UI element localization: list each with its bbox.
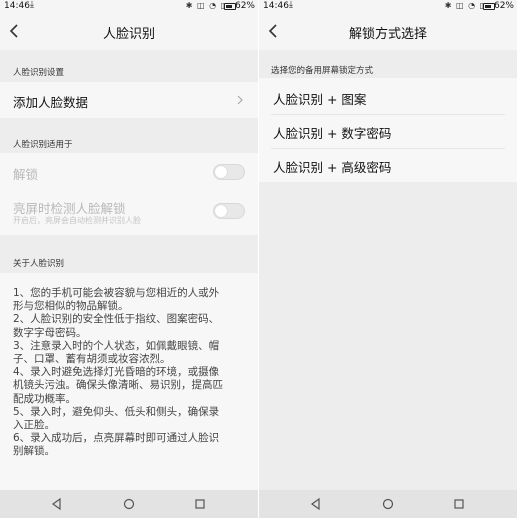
triangle-back-icon[interactable] (309, 497, 323, 511)
toggle-knob (215, 205, 227, 217)
title-bar: 解锁方式选择 (259, 14, 517, 50)
about-line: 2、人脸识别的安全性低于指纹、图案密码、 (13, 313, 220, 326)
unlock-method-screen: 14:46 ⤓ ✱ ◫ ◔ ▯ 62% 解锁方式选择 选择您的备用屏幕锁定方式 … (259, 0, 517, 518)
about-line: 形与您相似的物品解锁。 (13, 300, 129, 313)
about-line: 子、口罩、蓄有胡须或妆容浓烈。 (13, 353, 171, 366)
unlock-options-panel: 人脸识别 + 图案 人脸识别 + 数字密码 人脸识别 + 高级密码 (259, 78, 517, 182)
battery-percent: 62% (493, 1, 514, 11)
status-time: 14:46 (263, 1, 289, 11)
about-text: 1、您的手机可能会被容貌与您相近的人或外 形与您相似的物品解锁。 2、人脸识别的… (13, 287, 248, 459)
status-time: 14:46 (4, 1, 30, 11)
about-line: 6、录入成功后，点亮屏幕时即可通过人脸识 (13, 432, 220, 445)
circle-home-icon[interactable] (381, 497, 395, 511)
toggle-knob (215, 166, 227, 178)
status-bar: 14:46 ⤓ ✱ ◫ ◔ ▯ 62% (0, 0, 258, 14)
add-face-row[interactable]: 添加人脸数据 (0, 82, 258, 118)
unlock-toggle[interactable] (213, 164, 245, 180)
unlock-method-hint: 选择您的备用屏幕锁定方式 (271, 66, 374, 76)
about-line: 3、注意录入时的个人状态，如佩戴眼镜、帽 (13, 339, 220, 352)
circle-home-icon[interactable] (122, 497, 136, 511)
divider (271, 114, 505, 115)
add-face-label: 添加人脸数据 (13, 95, 89, 110)
square-recents-icon[interactable] (452, 497, 466, 511)
option-face-pin[interactable]: 人脸识别 + 数字密码 (273, 123, 391, 142)
screen-on-detect-toggle[interactable] (213, 203, 245, 219)
face-recognition-screen: 14:46 ⤓ ✱ ◫ ◔ ▯ 62% 人脸识别 人脸识别设置 添加人脸数据 人… (0, 0, 258, 518)
option-face-pattern[interactable]: 人脸识别 + 图案 (273, 89, 366, 108)
navigation-bar (259, 490, 517, 518)
about-line: 数字字母密码。 (13, 326, 87, 339)
about-line: 1、您的手机可能会被容貌与您相近的人或外 (13, 287, 220, 299)
about-line: 4、录入时避免选择灯光昏暗的环境，或摄像 (13, 366, 220, 379)
section-label-settings: 人脸识别设置 (13, 68, 65, 78)
option-face-password[interactable]: 人脸识别 + 高级密码 (273, 157, 391, 176)
section-label-about: 关于人脸识别 (13, 259, 65, 269)
battery-percent: 62% (234, 1, 255, 11)
status-icons: ✱ ◫ ◔ ▯ (444, 1, 485, 10)
chevron-right-icon (237, 95, 243, 105)
title-bar: 人脸识别 (0, 14, 258, 50)
divider (271, 148, 505, 149)
page-title: 解锁方式选择 (348, 27, 427, 42)
about-line: 5、录入时，避免仰头、低头和侧头，确保录 (13, 405, 220, 418)
about-line: 别解锁。 (13, 445, 55, 458)
square-recents-icon[interactable] (193, 497, 207, 511)
about-line: 入正脸。 (13, 419, 55, 432)
status-bar: 14:46 ⤓ ✱ ◫ ◔ ▯ 62% (259, 0, 517, 14)
about-line: 机镜头污浊。确保头像清晰、易识别，提高匹 (13, 379, 223, 392)
navigation-bar (0, 490, 258, 518)
apply-panel: 解锁 亮屏时检测人脸解锁 开启后，亮屏会自动检测并识别人脸 (0, 153, 258, 235)
section-label-apply: 人脸识别适用于 (13, 140, 73, 150)
download-icon: ⤓ (289, 0, 293, 10)
triangle-back-icon[interactable] (50, 497, 64, 511)
status-icons: ✱ ◫ ◔ ▯ (185, 1, 226, 10)
screen-on-detect-subtitle: 开启后，亮屏会自动检测并识别人脸 (13, 216, 141, 225)
download-icon: ⤓ (30, 0, 34, 10)
page-title: 人脸识别 (102, 27, 155, 42)
about-line: 配成功概率。 (13, 392, 76, 405)
